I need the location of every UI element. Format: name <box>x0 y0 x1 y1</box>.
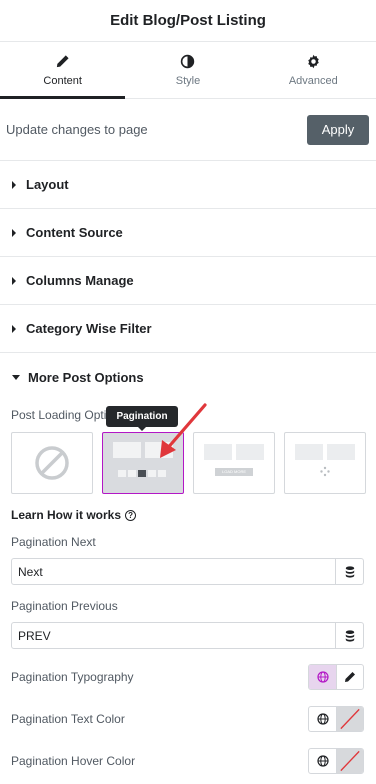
learn-how-label: Learn How it works <box>11 508 122 522</box>
load-more-text: LOAD MORE <box>221 469 247 474</box>
color-swatch-button[interactable] <box>336 749 363 773</box>
section-label: Category Wise Filter <box>26 321 152 336</box>
no-color-icon <box>340 750 360 772</box>
caret-right-icon <box>12 180 16 189</box>
caret-right-icon <box>12 324 16 333</box>
pagination-previous-field <box>11 622 364 649</box>
contrast-icon <box>181 54 195 68</box>
global-typography-button[interactable] <box>309 665 336 689</box>
pagination-previous-label: Pagination Previous <box>11 599 118 613</box>
tab-style-label: Style <box>175 74 201 87</box>
panel-header: Edit Blog/Post Listing <box>0 0 376 42</box>
typography-controls <box>308 664 364 690</box>
pagination-hover-color-label: Pagination Hover Color <box>11 754 136 768</box>
dynamic-tags-icon[interactable] <box>335 623 363 648</box>
question-icon: ? <box>125 509 137 521</box>
pagination-previous-input[interactable] <box>12 623 335 648</box>
tab-advanced-label: Advanced <box>288 74 338 87</box>
section-label: More Post Options <box>28 369 144 385</box>
apply-button[interactable]: Apply <box>307 114 369 145</box>
learn-how-link[interactable]: Learn How it works ? <box>11 508 137 522</box>
spinner-icon <box>320 466 330 477</box>
section-label: Columns Manage <box>26 273 134 288</box>
tab-content[interactable]: Content <box>0 42 126 99</box>
tab-content-label: Content <box>43 74 82 87</box>
pagination-text-color-label: Pagination Text Color <box>11 712 125 726</box>
no-color-icon <box>340 708 360 730</box>
hover-color-controls <box>308 748 364 774</box>
panel-title: Edit Blog/Post Listing <box>110 12 266 29</box>
caret-down-icon <box>12 374 20 380</box>
global-color-button[interactable] <box>309 749 336 773</box>
tab-advanced[interactable]: Advanced <box>251 42 376 98</box>
update-row: Update changes to page Apply <box>0 99 376 161</box>
edit-typography-button[interactable] <box>336 665 363 689</box>
loading-option-none[interactable] <box>11 432 93 494</box>
globe-icon <box>316 755 329 767</box>
section-label: Layout <box>26 177 69 192</box>
caret-right-icon <box>12 228 16 237</box>
pagination-next-field <box>11 558 364 585</box>
loading-option-lazy-load[interactable] <box>284 432 366 494</box>
pagination-typography-label: Pagination Typography <box>11 670 134 684</box>
tab-bar: Content Style Advanced <box>0 42 376 99</box>
pencil-icon <box>345 672 355 682</box>
lazy-load-preview-icon <box>295 444 355 477</box>
pointer-arrow-icon <box>160 403 207 458</box>
section-label: Content Source <box>26 225 123 240</box>
load-more-preview-icon <box>204 444 264 476</box>
section-category-filter[interactable]: Category Wise Filter <box>0 305 376 353</box>
post-loading-label: Post Loading Opti <box>11 408 107 422</box>
caret-right-icon <box>12 276 16 285</box>
color-swatch-button[interactable] <box>336 707 363 731</box>
update-text: Update changes to page <box>6 122 148 137</box>
global-color-button[interactable] <box>309 707 336 731</box>
dynamic-tags-icon[interactable] <box>335 559 363 584</box>
disabled-icon <box>35 446 69 480</box>
pagination-next-input[interactable] <box>12 559 335 584</box>
globe-icon <box>316 671 329 683</box>
tab-style[interactable]: Style <box>125 42 250 98</box>
section-columns-manage[interactable]: Columns Manage <box>0 257 376 305</box>
globe-icon <box>316 713 329 725</box>
section-more-post-options[interactable]: More Post Options <box>0 353 376 401</box>
section-layout[interactable]: Layout <box>0 161 376 209</box>
pagination-next-label: Pagination Next <box>11 535 96 549</box>
pencil-icon <box>57 54 69 67</box>
section-content-source[interactable]: Content Source <box>0 209 376 257</box>
gear-icon <box>308 54 319 68</box>
text-color-controls <box>308 706 364 732</box>
